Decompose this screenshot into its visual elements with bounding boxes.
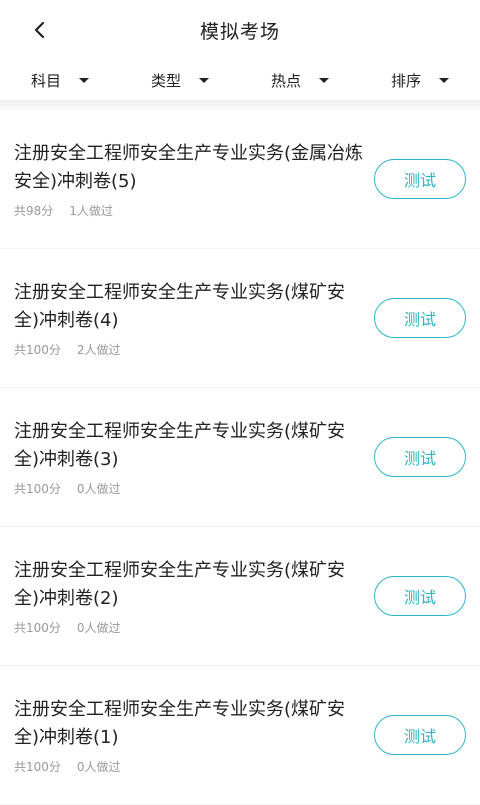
filter-sort[interactable]: 排序 [360, 60, 480, 100]
exam-list: 注册安全工程师安全生产专业实务(金属冶炼安全)冲刺卷(5) 共98分 1人做过 … [0, 110, 480, 805]
filter-type[interactable]: 类型 [120, 60, 240, 100]
item-title: 注册安全工程师安全生产专业实务(煤矿安全)冲刺卷(3) [14, 421, 346, 470]
page-title: 模拟考场 [199, 20, 280, 43]
caret-down-icon [199, 77, 209, 83]
item-count: 0人做过 [76, 482, 121, 496]
item-score: 共98分 [14, 204, 54, 218]
test-button[interactable]: 测试 [374, 437, 466, 477]
filter-label: 热点 [270, 71, 301, 90]
item-meta: 共100分 0人做过 [14, 758, 121, 775]
item-score: 共100分 [14, 482, 61, 496]
item-count: 1人做过 [69, 204, 113, 218]
test-button[interactable]: 测试 [374, 298, 466, 338]
item-title: 注册安全工程师安全生产专业实务(煤矿安全)冲刺卷(1) [14, 699, 346, 748]
item-count: 0人做过 [76, 760, 121, 774]
item-title: 注册安全工程师安全生产专业实务(煤矿安全)冲刺卷(2) [14, 560, 346, 609]
test-button[interactable]: 测试 [374, 159, 466, 199]
item-title: 注册安全工程师安全生产专业实务(金属冶炼安全)冲刺卷(5) [14, 143, 364, 192]
list-item: 注册安全工程师安全生产专业实务(煤矿安全)冲刺卷(2) 共100分 0人做过 测… [0, 527, 480, 666]
item-meta: 共100分 2人做过 [14, 341, 121, 358]
item-score: 共100分 [14, 760, 61, 774]
test-button[interactable]: 测试 [374, 715, 466, 755]
divider [0, 100, 480, 110]
caret-down-icon [319, 77, 329, 83]
list-item: 注册安全工程师安全生产专业实务(煤矿安全)冲刺卷(3) 共100分 0人做过 测… [0, 388, 480, 527]
item-meta: 共98分 1人做过 [14, 202, 113, 219]
back-button[interactable] [24, 14, 56, 46]
item-score: 共100分 [14, 621, 61, 635]
filter-label: 排序 [390, 71, 421, 90]
top-bar: 模拟考场 [0, 0, 480, 60]
filter-bar: 科目 类型 热点 排序 [0, 60, 480, 100]
filter-label: 科目 [30, 71, 61, 90]
item-score: 共100分 [14, 343, 61, 357]
item-meta: 共100分 0人做过 [14, 480, 121, 497]
list-item: 注册安全工程师安全生产专业实务(煤矿安全)冲刺卷(4) 共100分 2人做过 测… [0, 249, 480, 388]
filter-hot[interactable]: 热点 [240, 60, 360, 100]
chevron-left-icon [34, 21, 45, 39]
list-item: 注册安全工程师安全生产专业实务(煤矿安全)冲刺卷(1) 共100分 0人做过 测… [0, 666, 480, 805]
caret-down-icon [439, 77, 449, 83]
item-title: 注册安全工程师安全生产专业实务(煤矿安全)冲刺卷(4) [14, 282, 346, 331]
test-button[interactable]: 测试 [374, 576, 466, 616]
item-count: 2人做过 [76, 343, 121, 357]
filter-subject[interactable]: 科目 [0, 60, 120, 100]
filter-label: 类型 [150, 71, 181, 90]
item-meta: 共100分 0人做过 [14, 619, 121, 636]
list-item: 注册安全工程师安全生产专业实务(金属冶炼安全)冲刺卷(5) 共98分 1人做过 … [0, 110, 480, 249]
item-count: 0人做过 [76, 621, 121, 635]
caret-down-icon [79, 77, 89, 83]
